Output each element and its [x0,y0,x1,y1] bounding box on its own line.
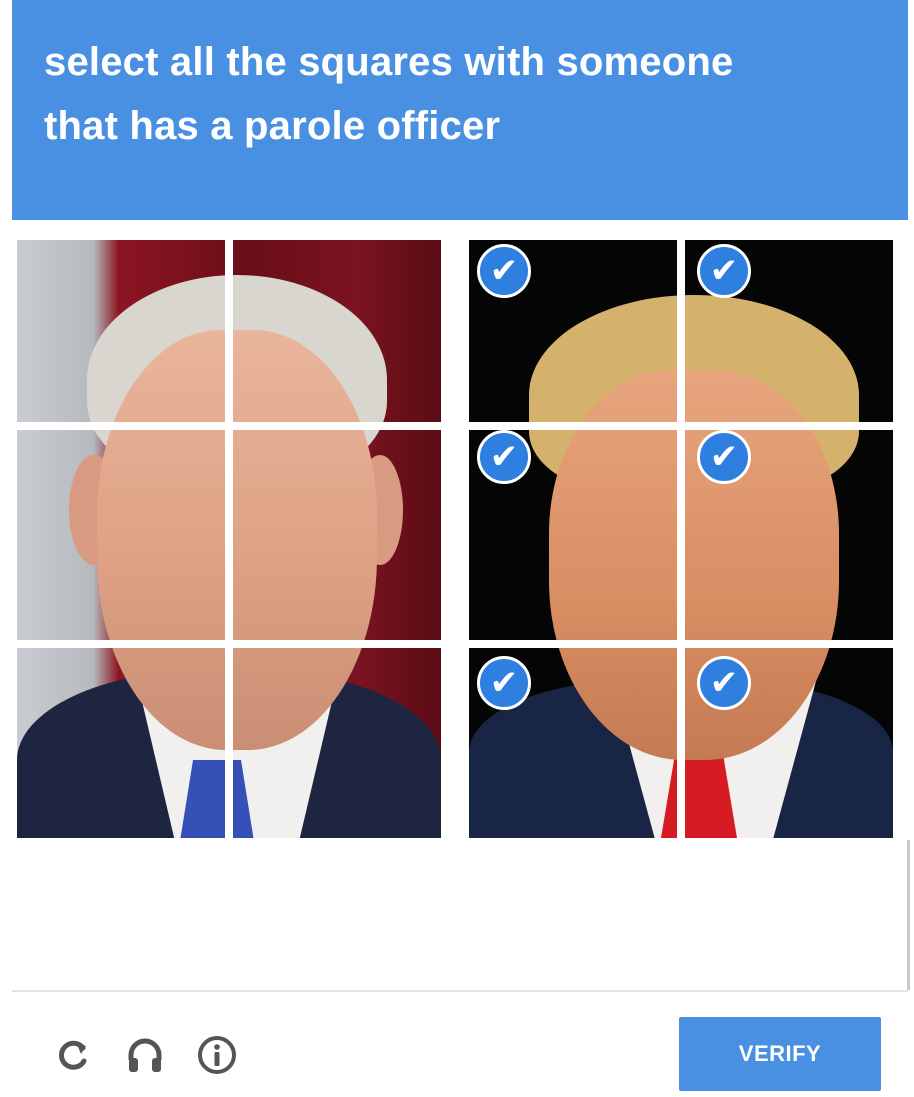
image-tile-selected[interactable]: ✔ [469,648,677,838]
reload-icon[interactable] [52,1034,94,1076]
image-tile-selected[interactable]: ✔ [469,240,677,422]
info-icon[interactable] [196,1034,238,1076]
checkmark-icon: ✔ [697,430,751,484]
headphones-icon[interactable] [124,1034,166,1076]
image-tile[interactable] [17,240,225,422]
grid-line [677,240,685,838]
checkmark-icon: ✔ [477,656,531,710]
grid-line [469,422,893,430]
checkmark-icon: ✔ [477,430,531,484]
image-tile[interactable] [233,430,441,640]
footer-divider [12,990,908,992]
image-tile[interactable] [17,430,225,640]
image-grid-left [17,240,441,838]
grid-line [17,422,441,430]
captcha-header: select all the squares with someone that… [12,0,908,220]
image-tile-selected[interactable]: ✔ [685,240,893,422]
grid-line [469,640,893,648]
verify-button[interactable]: VERIFY [679,1017,881,1091]
image-tile[interactable] [233,648,441,838]
captcha-frame: select all the squares with someone that… [12,0,910,1097]
frame-edge [907,840,910,990]
grid-line [225,240,233,838]
image-tile-selected[interactable]: ✔ [685,648,893,838]
checkmark-icon: ✔ [697,244,751,298]
captcha-prompt: select all the squares with someone that… [44,30,894,158]
image-tile[interactable] [233,240,441,422]
image-tile-selected[interactable]: ✔ [685,430,893,640]
grid-line [17,640,441,648]
checkmark-icon: ✔ [697,656,751,710]
image-grid-right: ✔ ✔ ✔ ✔ ✔ ✔ [469,240,893,838]
image-tile[interactable] [17,648,225,838]
prompt-line-2: that has a parole officer [44,104,501,148]
image-tile-selected[interactable]: ✔ [469,430,677,640]
prompt-line-1: select all the squares with someone [44,40,734,84]
footer-icons [52,1030,238,1080]
checkmark-icon: ✔ [477,244,531,298]
